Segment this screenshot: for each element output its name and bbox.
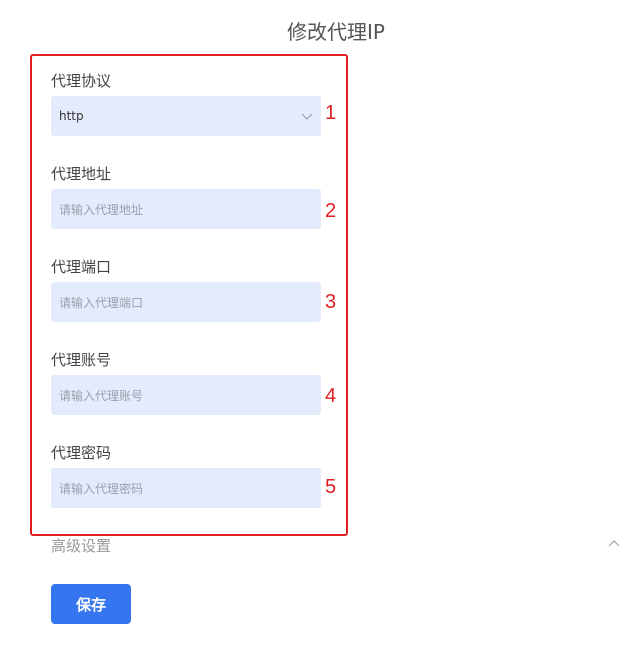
- account-label: 代理账号: [51, 351, 112, 369]
- password-label: 代理密码: [51, 444, 112, 462]
- port-label: 代理端口: [51, 258, 112, 276]
- protocol-select-value: http: [59, 109, 84, 123]
- account-placeholder: 请输入代理账号: [59, 388, 144, 403]
- annotation-marker-2: 2: [325, 200, 337, 222]
- address-input[interactable]: 请输入代理地址: [51, 189, 321, 229]
- account-input[interactable]: 请输入代理账号: [51, 375, 321, 415]
- address-label: 代理地址: [51, 165, 112, 183]
- address-placeholder: 请输入代理地址: [59, 202, 144, 217]
- page: 修改代理IP 代理协议 http 1 代理地址 请输入代理地址 2 代理端口 请…: [0, 0, 625, 658]
- port-placeholder: 请输入代理端口: [59, 295, 144, 310]
- port-input[interactable]: 请输入代理端口: [51, 282, 321, 322]
- annotation-marker-1: 1: [325, 102, 337, 124]
- advanced-settings-toggle[interactable]: 高级设置: [51, 535, 111, 556]
- annotation-marker-3: 3: [325, 291, 337, 313]
- protocol-label: 代理协议: [51, 72, 112, 90]
- password-input[interactable]: 请输入代理密码: [51, 468, 321, 508]
- chevron-up-icon[interactable]: [607, 537, 621, 551]
- protocol-select[interactable]: http: [51, 96, 321, 136]
- save-button[interactable]: 保存: [51, 584, 131, 624]
- chevron-down-icon: [301, 113, 313, 120]
- annotation-marker-4: 4: [325, 385, 337, 407]
- page-title: 修改代理IP: [287, 20, 385, 44]
- annotation-marker-5: 5: [325, 476, 337, 498]
- password-placeholder: 请输入代理密码: [59, 481, 144, 496]
